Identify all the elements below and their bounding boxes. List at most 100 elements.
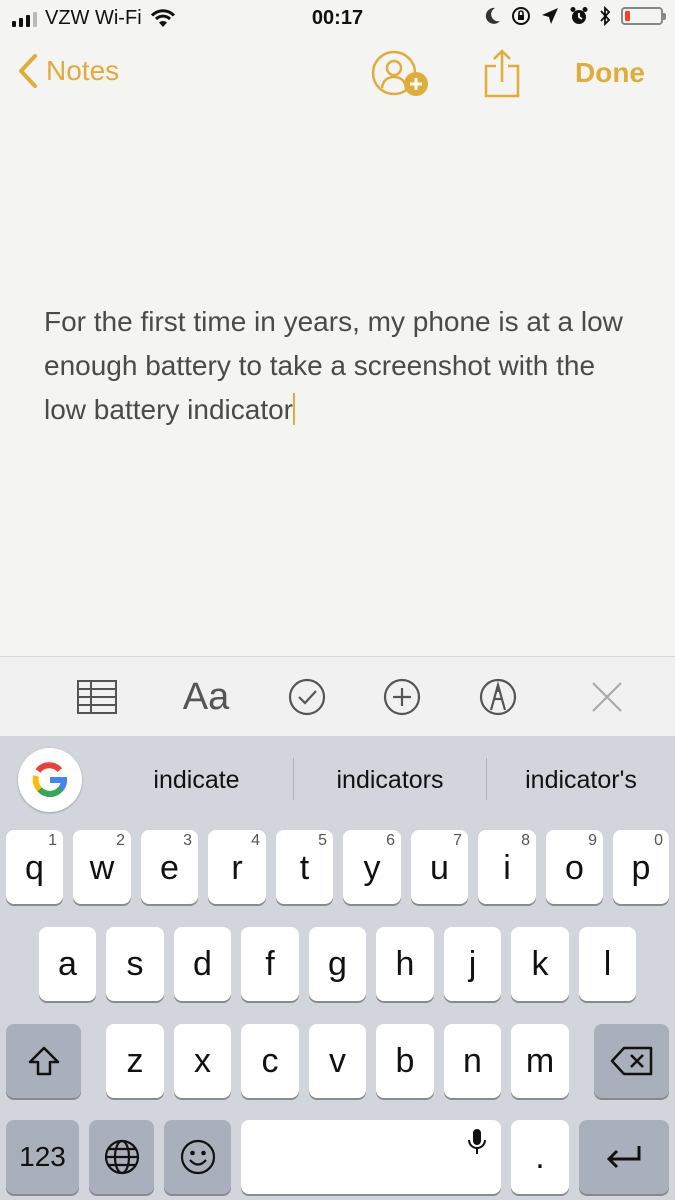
- text-cursor: [293, 393, 296, 425]
- key-n[interactable]: n: [444, 1024, 501, 1098]
- key-j[interactable]: j: [444, 927, 501, 1001]
- key-letter: r: [231, 848, 243, 887]
- google-icon: [32, 762, 68, 797]
- key-number: 5: [318, 832, 327, 849]
- text-format-button[interactable]: Aa: [176, 657, 236, 737]
- key-e[interactable]: 3e: [141, 830, 198, 904]
- table-icon: [77, 680, 117, 714]
- moon-icon: [485, 7, 500, 24]
- key-p[interactable]: 0p: [613, 830, 669, 904]
- checklist-icon: [288, 678, 326, 716]
- format-toolbar: Aa: [0, 656, 675, 737]
- share-icon: [484, 49, 520, 98]
- key-number: 0: [654, 832, 663, 849]
- key-letter: p: [631, 848, 651, 887]
- key-letter: w: [89, 848, 115, 887]
- battery-icon: [621, 7, 666, 25]
- add-button[interactable]: [381, 657, 423, 737]
- key-letter: o: [565, 848, 584, 887]
- battery-level: [625, 11, 630, 21]
- bluetooth-icon: [600, 6, 611, 26]
- chevron-left-icon: [19, 54, 37, 88]
- key-s[interactable]: s: [106, 927, 164, 1001]
- emoji-icon: [180, 1139, 215, 1175]
- key-letter: q: [25, 848, 44, 887]
- key-number: 4: [251, 832, 260, 849]
- key-number: 3: [183, 832, 192, 849]
- key-b[interactable]: b: [376, 1024, 434, 1098]
- navigation-bar: Notes Done: [0, 40, 675, 112]
- key-w[interactable]: 2w: [73, 830, 131, 904]
- status-bar: VZW Wi-Fi 00:17: [0, 0, 675, 38]
- add-person-icon: [371, 50, 428, 96]
- note-text: For the first time in years, my phone is…: [44, 306, 623, 425]
- key-m[interactable]: m: [511, 1024, 569, 1098]
- done-button[interactable]: Done: [575, 57, 645, 89]
- delete-key[interactable]: [594, 1024, 669, 1098]
- key-u[interactable]: 7u: [411, 830, 468, 904]
- status-icons: [485, 6, 666, 26]
- key-o[interactable]: 9o: [546, 830, 603, 904]
- key-number: 7: [453, 832, 462, 849]
- key-d[interactable]: d: [174, 927, 231, 1001]
- rotation-lock-icon: [512, 7, 530, 25]
- space-key[interactable]: [241, 1120, 501, 1194]
- add-people-button[interactable]: [370, 50, 432, 105]
- key-number: 1: [48, 832, 57, 849]
- key-number: 2: [116, 832, 125, 849]
- location-icon: [542, 8, 558, 24]
- add-icon: [383, 678, 421, 716]
- suggestion-3[interactable]: indicator's: [487, 736, 675, 824]
- suggestion-2[interactable]: indicators: [294, 736, 486, 824]
- key-t[interactable]: 5t: [276, 830, 333, 904]
- checklist-button[interactable]: [286, 657, 328, 737]
- key-r[interactable]: 4r: [208, 830, 266, 904]
- key-f[interactable]: f: [241, 927, 299, 1001]
- key-h[interactable]: h: [376, 927, 434, 1001]
- alarm-icon: [570, 7, 588, 24]
- keyboard: indicate indicators indicator's 1q 2w 3e…: [0, 736, 675, 1200]
- key-i[interactable]: 8i: [478, 830, 536, 904]
- return-key[interactable]: [579, 1120, 669, 1194]
- key-k[interactable]: k: [511, 927, 569, 1001]
- table-button[interactable]: [72, 657, 122, 737]
- close-toolbar-button[interactable]: [586, 657, 628, 737]
- share-button[interactable]: [482, 48, 522, 105]
- key-l[interactable]: l: [579, 927, 636, 1001]
- period-key[interactable]: .: [511, 1120, 569, 1194]
- numbers-key[interactable]: 123: [6, 1120, 79, 1194]
- shift-icon: [28, 1046, 59, 1076]
- google-logo-button[interactable]: [18, 748, 82, 812]
- globe-key[interactable]: [89, 1120, 154, 1194]
- emoji-key[interactable]: [164, 1120, 231, 1194]
- markup-button[interactable]: [477, 657, 519, 737]
- suggestion-bar: indicate indicators indicator's: [0, 736, 675, 824]
- key-number: 6: [386, 832, 395, 849]
- backspace-icon: [610, 1046, 652, 1076]
- key-q[interactable]: 1q: [6, 830, 63, 904]
- key-letter: y: [363, 848, 381, 887]
- key-g[interactable]: g: [309, 927, 366, 1001]
- key-z[interactable]: z: [106, 1024, 164, 1098]
- markup-icon: [479, 678, 517, 716]
- key-letter: u: [430, 848, 449, 887]
- key-number: 9: [588, 832, 597, 849]
- key-letter: i: [503, 848, 511, 887]
- key-a[interactable]: a: [39, 927, 96, 1001]
- key-number: 8: [521, 832, 530, 849]
- close-icon: [592, 682, 622, 712]
- shift-key[interactable]: [6, 1024, 81, 1098]
- suggestion-1[interactable]: indicate: [100, 736, 293, 824]
- key-letter: t: [299, 848, 310, 887]
- key-x[interactable]: x: [174, 1024, 231, 1098]
- return-icon: [606, 1146, 641, 1169]
- key-v[interactable]: v: [309, 1024, 366, 1098]
- back-label: Notes: [46, 55, 120, 86]
- back-button[interactable]: Notes: [18, 54, 119, 88]
- key-c[interactable]: c: [241, 1024, 299, 1098]
- globe-icon: [104, 1139, 139, 1175]
- note-body[interactable]: For the first time in years, my phone is…: [44, 300, 644, 432]
- key-y[interactable]: 6y: [343, 830, 401, 904]
- key-letter: e: [160, 848, 179, 887]
- microphone-icon: [468, 1129, 486, 1154]
